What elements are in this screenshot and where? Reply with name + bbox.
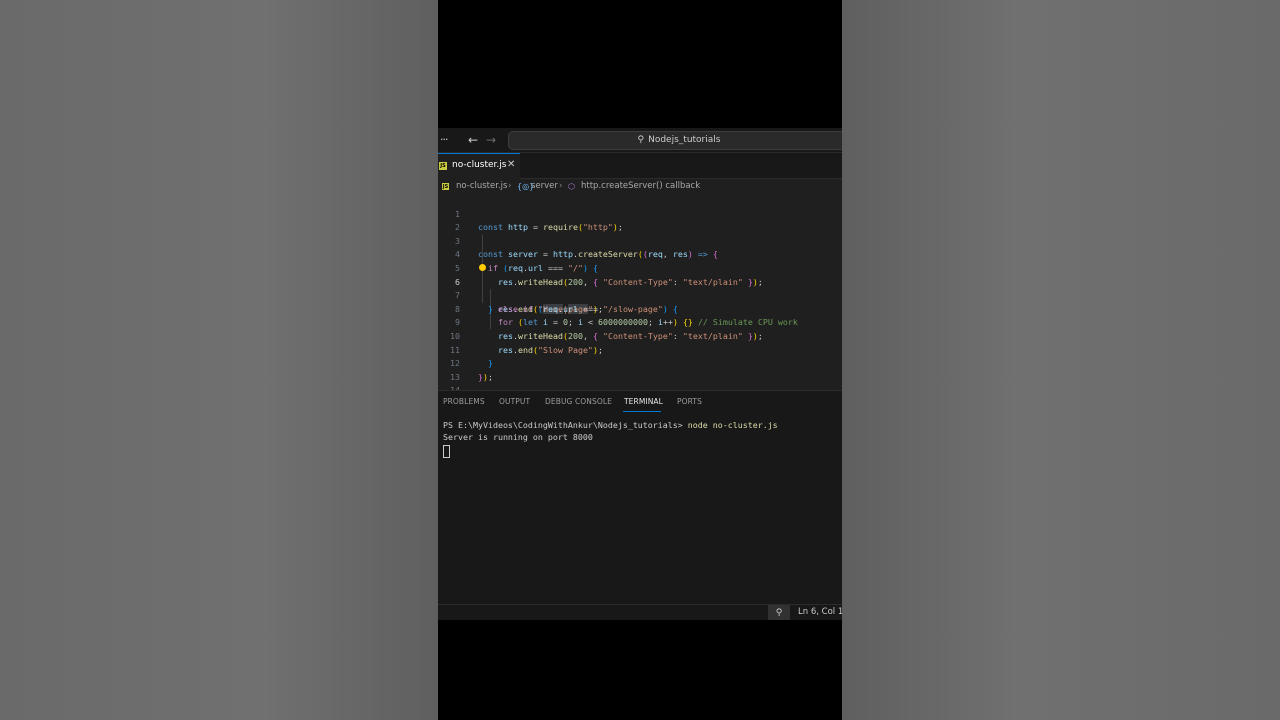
javascript-file-icon: JS [442, 183, 449, 190]
vscode-window: ··· ← → ⚲ Nodejs_tutorials JS no-cluster.… [438, 128, 842, 620]
code-editor[interactable]: 1 const http = require("http"); 2 3 cons… [438, 194, 842, 409]
video-frame: ··· ← → ⚲ Nodejs_tutorials JS no-cluster.… [438, 0, 842, 720]
code-line: 13 [438, 357, 842, 382]
code-line: 12 }); [438, 344, 842, 382]
breadcrumb: JS no-cluster.js › {◎} server › ⬡ http.c… [438, 179, 842, 194]
code-line: 4 if (req.url === "/") { [438, 235, 842, 273]
tab-problems[interactable]: PROBLEMS [443, 397, 485, 406]
blurred-background-left [0, 0, 438, 720]
code-line: 10 res.end("Slow Page"); [438, 316, 842, 355]
code-line: 2 [438, 208, 842, 232]
breadcrumb-separator: › [559, 181, 563, 191]
zoom-icon[interactable]: ⚲ [768, 605, 790, 620]
tab-no-cluster-js[interactable]: JS no-cluster.js ✕ [438, 153, 520, 179]
code-line: 8 for (let i = 0; i < 6000000000; i++) {… [438, 289, 842, 328]
workspace-name: Nodejs_tutorials [648, 135, 721, 145]
command-center-search[interactable]: ⚲ Nodejs_tutorials [508, 131, 842, 150]
search-icon: ⚲ [637, 135, 645, 145]
terminal-command: node no-cluster.js [687, 420, 778, 430]
status-bar: ⚲ Ln 6, Col 18 [438, 604, 842, 620]
breadcrumb-file[interactable]: no-cluster.js [456, 179, 507, 194]
code-line: 14 server.listen(8000, () => console.log… [438, 371, 842, 409]
tab-ports[interactable]: PORTS [677, 397, 702, 406]
tab-debug-console[interactable]: DEBUG CONSOLE [545, 397, 612, 406]
blurred-background-right [842, 0, 1280, 720]
cursor-position[interactable]: Ln 6, Col 18 [798, 607, 842, 617]
code-line: 1 const http = require("http"); [438, 194, 842, 233]
code-line-active: 6 res.end("Home|page"); [438, 262, 842, 314]
tab-label: no-cluster.js [452, 160, 507, 170]
back-arrow-icon[interactable]: ← [468, 133, 478, 147]
lightbulb-icon[interactable] [479, 264, 486, 271]
tab-output[interactable]: OUTPUT [499, 397, 530, 406]
terminal-output: Server is running on port 8000 [443, 432, 593, 442]
forward-arrow-icon[interactable]: → [486, 133, 496, 147]
code-line: 3 const server = http.createServer((req,… [438, 221, 842, 260]
code-line: 5 res.writeHead(200, { "Content-Type": "… [438, 248, 842, 287]
active-tab-indicator [623, 411, 661, 412]
code-line: 9 res.writeHead(200, { "Content-Type": "… [438, 303, 842, 341]
javascript-file-icon: JS [439, 162, 447, 170]
function-symbol-icon: ⬡ [568, 182, 575, 191]
terminal-command-line: PS E:\MyVideos\CodingWithAnkur\Nodejs_tu… [443, 420, 778, 430]
tab-terminal[interactable]: TERMINAL [624, 397, 663, 406]
title-bar: ··· ← → ⚲ Nodejs_tutorials [438, 128, 842, 153]
code-line: 11 } [438, 330, 842, 369]
more-dots-icon[interactable]: ··· [440, 133, 448, 146]
code-line: 7 } else if (req.url === "/slow-page") { [438, 276, 842, 314]
breadcrumb-symbol-server[interactable]: server [531, 179, 558, 194]
bottom-panel: PROBLEMS OUTPUT DEBUG CONSOLE TERMINAL P… [438, 390, 842, 605]
terminal-prompt: PS E:\MyVideos\CodingWithAnkur\Nodejs_tu… [443, 420, 688, 430]
editor-tab-bar: JS no-cluster.js ✕ [438, 153, 842, 179]
breadcrumb-separator: › [508, 181, 512, 191]
terminal-cursor[interactable] [443, 445, 450, 458]
breadcrumb-callback[interactable]: http.createServer() callback [581, 179, 700, 194]
close-icon[interactable]: ✕ [507, 159, 515, 170]
